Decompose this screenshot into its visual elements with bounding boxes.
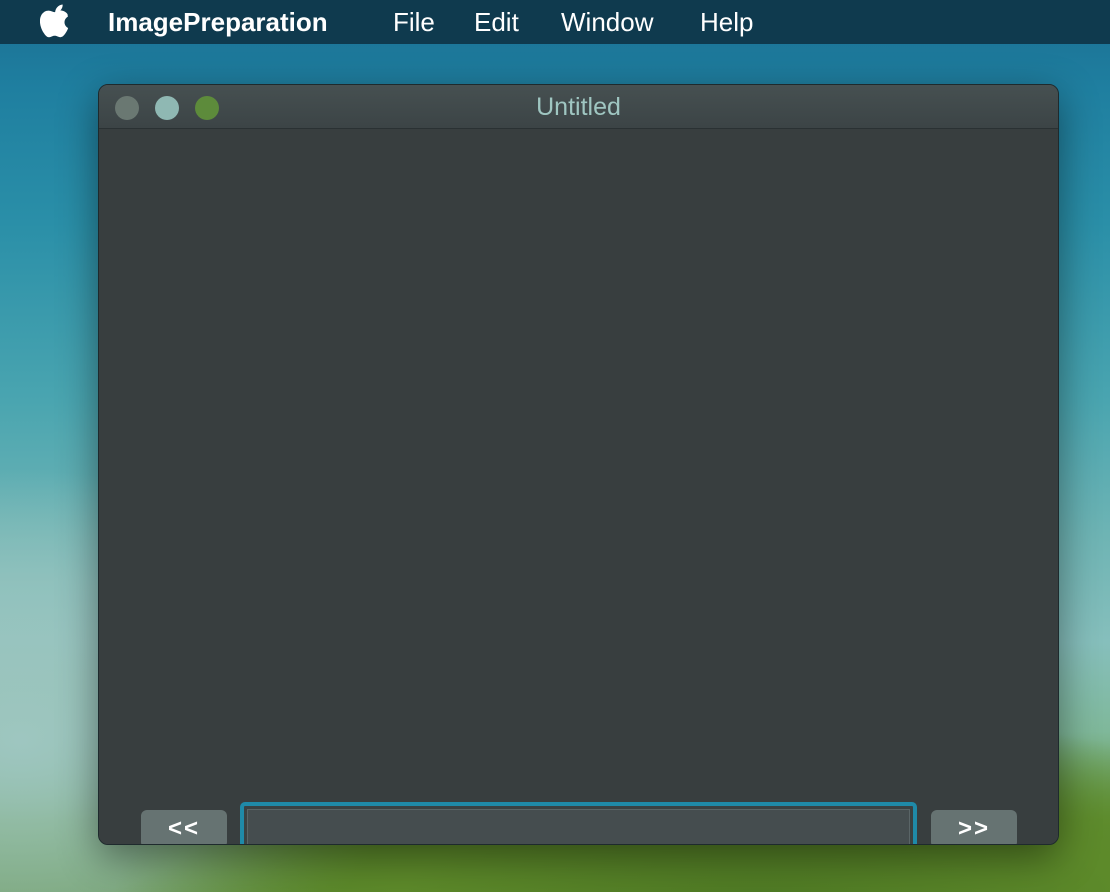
- next-button[interactable]: >>: [931, 810, 1017, 844]
- previous-button[interactable]: <<: [141, 810, 227, 844]
- menu-bar: ImagePreparation File Edit Window Help: [0, 0, 1110, 44]
- app-window: Untitled << >>: [98, 84, 1059, 845]
- apple-logo-icon[interactable]: [40, 4, 72, 40]
- window-titlebar[interactable]: Untitled: [99, 85, 1058, 129]
- menu-window[interactable]: Window: [561, 6, 653, 38]
- menu-help[interactable]: Help: [700, 6, 753, 38]
- menu-file[interactable]: File: [393, 6, 435, 38]
- text-field-focus-ring: [240, 802, 917, 844]
- text-input[interactable]: [247, 809, 910, 844]
- menu-edit[interactable]: Edit: [474, 6, 519, 38]
- window-title: Untitled: [536, 93, 621, 121]
- window-content: << >>: [99, 129, 1058, 844]
- menu-app-name[interactable]: ImagePreparation: [108, 6, 328, 38]
